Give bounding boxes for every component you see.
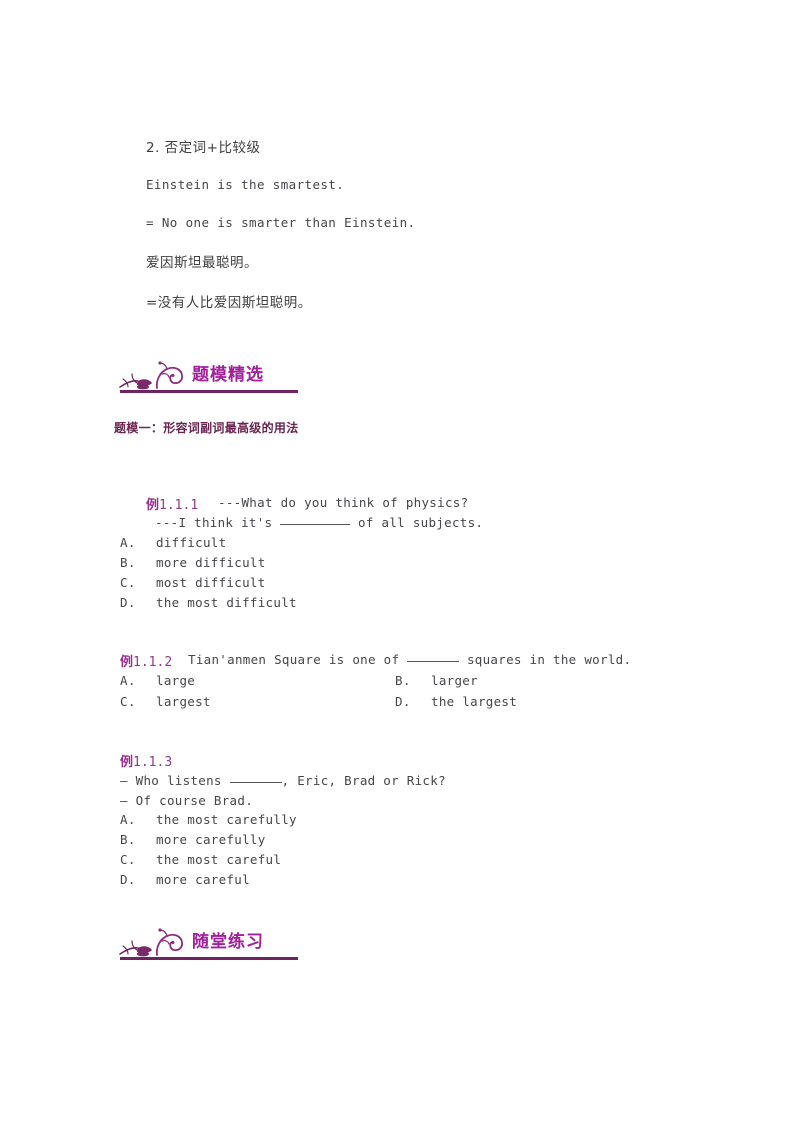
grammar-note-line-chinese-2: =没有人比爱因斯坦聪明。 <box>146 295 312 311</box>
fill-in-blank[interactable] <box>229 782 282 783</box>
question-label-cjk: 例 <box>120 755 134 770</box>
option-c[interactable]: C. largest <box>120 694 211 709</box>
stem-text-before-blank: Tian'anmen Square is one of <box>188 652 400 667</box>
question-label-number: 1.1.2 <box>133 655 173 670</box>
section-underline <box>120 390 298 393</box>
option-text: difficult <box>156 535 227 550</box>
option-text: more carefully <box>156 832 266 847</box>
option-text: the largest <box>431 694 518 709</box>
question-stem-line-1: — Who listens , Eric, Brad or Rick? <box>120 773 446 788</box>
question-label-number: 1.1.1 <box>159 498 199 513</box>
option-b[interactable]: B. more carefully <box>120 832 266 847</box>
option-text: the most difficult <box>156 595 297 610</box>
option-letter: A. <box>120 535 136 550</box>
option-letter: C. <box>120 575 136 590</box>
option-a[interactable]: A. large <box>120 673 195 688</box>
question-label-cjk: 例 <box>120 655 134 670</box>
option-text: largest <box>156 694 211 709</box>
vine-flourish-icon <box>112 360 200 394</box>
option-text: the most careful <box>156 852 282 867</box>
fill-in-blank[interactable] <box>407 661 460 662</box>
option-letter: B. <box>120 832 136 847</box>
section-title-text: 题模精选 <box>192 365 264 385</box>
question-label-cjk: 例 <box>146 498 160 513</box>
question-label-1-1-1: 例1.1.1 <box>146 494 198 513</box>
option-text: large <box>156 673 196 688</box>
option-a[interactable]: A. difficult <box>120 535 226 550</box>
grammar-note-line-chinese-1: 爱因斯坦最聪明。 <box>146 255 258 271</box>
stem-text-before-blank: — Who listens <box>120 773 222 788</box>
grammar-note-line-english-2: = No one is smarter than Einstein. <box>146 215 416 230</box>
grammar-note-line-english-1: Einstein is the smartest. <box>146 177 345 192</box>
option-d[interactable]: D. the most difficult <box>120 595 297 610</box>
option-c[interactable]: C. most difficult <box>120 575 266 590</box>
option-text: most difficult <box>156 575 266 590</box>
question-stem-line-2: — Of course Brad. <box>120 793 254 808</box>
option-a[interactable]: A. the most carefully <box>120 812 297 827</box>
stem-text-after-blank: , Eric, Brad or Rick? <box>281 773 446 788</box>
option-d[interactable]: D. more careful <box>120 872 250 887</box>
vine-flourish-icon <box>112 927 200 961</box>
option-letter: A. <box>120 673 136 688</box>
question-label-1-1-3: 例1.1.3 <box>120 751 172 770</box>
option-text: the most carefully <box>156 812 297 827</box>
option-b[interactable]: B. larger <box>395 673 478 688</box>
question-stem-line-2: ---I think it's of all subjects. <box>155 515 483 530</box>
option-letter: B. <box>120 555 136 570</box>
option-letter: C. <box>120 694 136 709</box>
question-stem-line-1: Tian'anmen Square is one of squares in t… <box>188 652 631 667</box>
section-header-question-models: 题模精选 <box>112 358 412 400</box>
question-label-number: 1.1.3 <box>133 755 173 770</box>
option-b[interactable]: B. more difficult <box>120 555 266 570</box>
fill-in-blank[interactable] <box>280 524 351 525</box>
option-letter: A. <box>120 812 136 827</box>
stem-text-after-blank: squares in the world. <box>466 652 632 667</box>
grammar-note-heading: 2. 否定词+比较级 <box>146 140 261 156</box>
option-c[interactable]: C. the most careful <box>120 852 281 867</box>
section-underline <box>120 957 298 960</box>
option-d[interactable]: D. the largest <box>395 694 517 709</box>
section-title-text: 随堂练习 <box>192 932 264 952</box>
section-header-in-class-practice: 随堂练习 <box>112 925 412 967</box>
option-text: more careful <box>156 872 250 887</box>
option-text: larger <box>431 673 478 688</box>
question-label-1-1-2: 例1.1.2 <box>120 651 172 670</box>
option-letter: D. <box>120 595 136 610</box>
option-letter: B. <box>395 673 411 688</box>
subheading-question-model-one: 题模一：形容词副词最高级的用法 <box>114 421 299 435</box>
stem-text-before-blank: ---I think it's <box>155 515 273 530</box>
option-letter: D. <box>395 694 411 709</box>
option-letter: D. <box>120 872 136 887</box>
question-stem-line-1: ---What do you think of physics? <box>218 495 469 510</box>
option-text: more difficult <box>156 555 266 570</box>
option-letter: C. <box>120 852 136 867</box>
document-page: 2. 否定词+比较级 Einstein is the smartest. = N… <box>0 0 800 1132</box>
stem-text-after-blank: of all subjects. <box>358 515 484 530</box>
